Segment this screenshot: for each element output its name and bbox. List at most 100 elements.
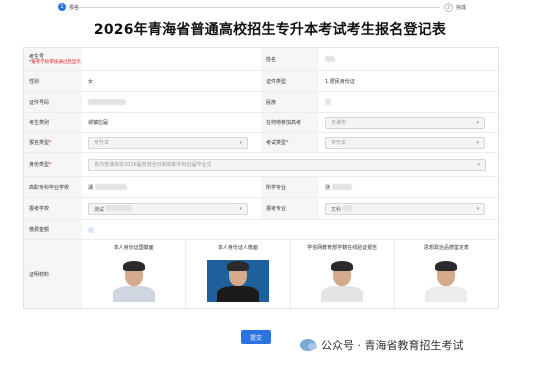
photo-hair-shape: [226, 261, 249, 271]
form-row: 报名类型 * 专升本 ▾ 考试类型 * 专升本 ▾: [24, 133, 498, 153]
document-photo[interactable]: [415, 260, 477, 302]
document-photo[interactable]: [311, 260, 373, 302]
document-photo[interactable]: [206, 260, 269, 302]
document-cell: 思想政治品德鉴定表: [393, 240, 498, 308]
field-label-college: 高职专科毕业学校: [24, 177, 82, 197]
document-caption: 本人身份证人像面: [217, 244, 258, 251]
id-no-value: [82, 92, 261, 112]
field-label-id-type: 证件类型: [261, 71, 319, 91]
field-label-name: 姓名: [261, 48, 319, 70]
field-label-exam-no: 考生号 *报考学校审核通过后显示: [24, 48, 82, 70]
ethnicity-value: [319, 92, 498, 112]
select-value: 文科: [331, 204, 354, 213]
reg-type-select[interactable]: 专升本 ▾: [88, 136, 248, 149]
exam-no-value: [82, 48, 261, 70]
wechat-logo-icon: [300, 339, 317, 351]
step-number: 1: [58, 3, 66, 11]
step-number: 2: [444, 3, 453, 12]
gender-label: 性别: [29, 78, 40, 85]
step-label: 完成: [456, 5, 467, 11]
field-label-identity: 身份类型 *: [24, 153, 82, 176]
college-text: 湖: [88, 184, 94, 191]
field-label-id-no: 证件号码: [24, 92, 82, 112]
exam-place-cell: 天津市 ▾: [319, 113, 498, 132]
photo-hair-shape: [435, 261, 458, 271]
identity-select[interactable]: 省内普通高校2026届普通全日制高职专科应届毕业生 ▾: [88, 158, 486, 171]
field-label-apply-major: 报考专业: [261, 198, 319, 219]
field-label-fee: 缴费金额: [24, 220, 82, 239]
photo-hair-shape: [331, 261, 354, 271]
redacted-value: [106, 204, 133, 211]
redacted-value: [88, 99, 126, 105]
gender-value: 女: [88, 78, 94, 85]
redacted-value: [325, 56, 335, 62]
photo-hair-shape: [122, 261, 145, 271]
chevron-down-icon: ▾: [239, 205, 242, 212]
category-label: 考生类别: [29, 120, 50, 126]
apply-school-select[interactable]: 测试 ▾: [88, 202, 248, 215]
reg-type-cell: 专升本 ▾: [82, 133, 261, 152]
select-value: 专升本: [94, 140, 110, 146]
ethnicity-label: 民族: [266, 99, 277, 106]
field-label-ethnicity: 民族: [261, 92, 319, 112]
required-mark: *: [49, 139, 52, 146]
exam-no-note: *报考学校审核通过后显示: [29, 59, 81, 65]
stepper-connector: [74, 7, 440, 8]
id-type-label: 证件类型: [266, 78, 287, 85]
step-register: 1 报名: [58, 3, 79, 11]
submit-button[interactable]: 提交: [241, 330, 271, 344]
major-label: 所学专业: [266, 184, 287, 191]
chevron-down-icon: ▾: [476, 205, 479, 212]
watermark: 公众号 · 青海省教育招生考试: [300, 337, 464, 353]
apply-major-text: 文科: [331, 206, 342, 213]
college-value: 湖: [82, 177, 261, 197]
identity-label: 身份类型: [29, 162, 50, 168]
fee-value: [82, 220, 261, 239]
apply-school-cell: 测试 ▾: [82, 198, 261, 219]
registration-form: 考生号 *报考学校审核通过后显示 姓名 性别 女 证件类型 1.居民身份证 证件…: [23, 47, 499, 309]
redacted-value: [332, 184, 353, 190]
form-row: 身份类型 * 省内普通高校2026届普通全日制高职专科应届毕业生 ▾: [24, 153, 498, 177]
chevron-down-icon: ▾: [477, 161, 480, 168]
apply-major-select[interactable]: 文科 ▾: [325, 202, 485, 215]
reg-type-label: 报名类型: [29, 140, 50, 146]
id-type-value: 1.居民身份证: [325, 78, 355, 85]
form-row: 高职专科毕业学校 湖 所学专业 测: [24, 177, 498, 198]
major-value: 测: [319, 177, 498, 197]
field-label-exam-type: 考试类型 *: [261, 133, 319, 152]
major-text: 测: [325, 184, 331, 191]
step-label: 报名: [69, 4, 80, 11]
form-row: 证件号码 民族: [24, 92, 498, 113]
step-complete: 2 完成: [444, 3, 466, 12]
exam-type-select[interactable]: 专升本 ▾: [325, 136, 485, 149]
apply-major-label: 报考专业: [266, 206, 287, 212]
category-value: 城镇应届: [88, 120, 109, 126]
select-value: 省内普通高校2026届普通全日制高职专科应届毕业生: [94, 162, 212, 168]
photo-body-shape: [321, 286, 364, 302]
required-mark: *: [49, 161, 52, 168]
document-cell: 学信网教育部学籍在线验证报告: [289, 240, 394, 308]
redacted-value: [95, 184, 128, 190]
document-caption: 思想政治品德鉴定表: [423, 244, 469, 251]
document-caption: 学信网教育部学籍在线验证报告: [307, 244, 378, 251]
document-photo[interactable]: [103, 260, 165, 302]
name-label: 姓名: [266, 56, 277, 63]
form-row: 证明材料 本人身份证国徽面 本人身份证人像面 学信网教育部学籍在线验证报告 思想…: [24, 240, 498, 308]
identity-cell: 省内普通高校2026届普通全日制高职专科应届毕业生 ▾: [82, 153, 497, 176]
document-cell: 本人身份证国徽面: [82, 240, 185, 308]
id-no-label: 证件号码: [29, 99, 50, 106]
select-value: 专升本: [331, 140, 347, 146]
exam-place-select[interactable]: 天津市 ▾: [325, 116, 485, 129]
required-mark: *: [286, 139, 289, 146]
redacted-value: [343, 204, 354, 211]
select-value: 天津市: [331, 120, 347, 126]
form-row: 性别 女 证件类型 1.居民身份证: [24, 71, 498, 92]
apply-school-text: 测试: [94, 206, 105, 213]
apply-school-label: 报考学校: [29, 206, 50, 212]
page-title: 2026年青海省普通高校招生专升本考试考生报名登记表: [93, 22, 447, 38]
field-label-reg-type: 报名类型 *: [24, 133, 82, 152]
chevron-down-icon: ▾: [476, 139, 479, 146]
field-label-category: 考生类别: [24, 113, 82, 132]
form-row: 考生类别 城镇应届 在何地参加高考 天津市 ▾: [24, 113, 498, 133]
watermark-text: 公众号 · 青海省教育招生考试: [321, 339, 464, 352]
